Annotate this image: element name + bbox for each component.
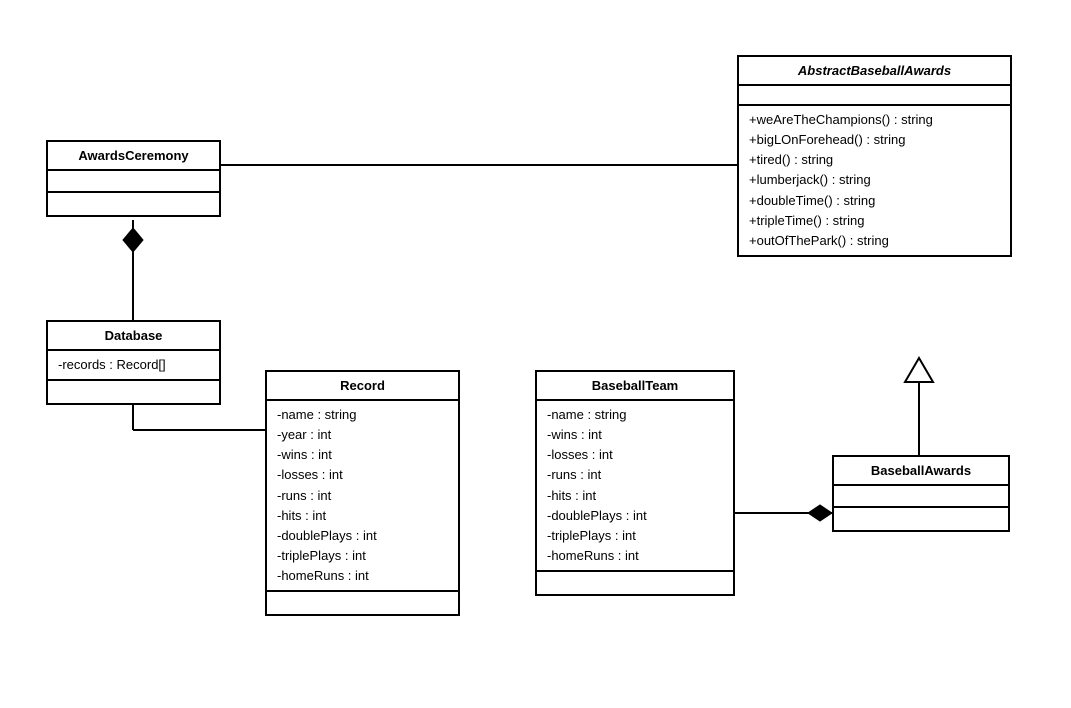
- record-home-runs: -homeRuns : int: [277, 566, 448, 586]
- database-title: Database: [48, 322, 219, 351]
- team-double-plays: -doublePlays : int: [547, 506, 723, 526]
- record-name: -name : string: [277, 405, 448, 425]
- record-year: -year : int: [277, 425, 448, 445]
- team-wins: -wins : int: [547, 425, 723, 445]
- abstract-baseball-awards-methods: +weAreTheChampions() : string +bigLOnFor…: [739, 106, 1010, 255]
- team-home-runs: -homeRuns : int: [547, 546, 723, 566]
- record-double-plays: -doublePlays : int: [277, 526, 448, 546]
- team-runs: -runs : int: [547, 465, 723, 485]
- record-hits: -hits : int: [277, 506, 448, 526]
- method-out-of-the-park: +outOfThePark() : string: [749, 231, 1000, 251]
- method-big-l-on-forehead: +bigLOnForehead() : string: [749, 130, 1000, 150]
- method-lumberjack: +lumberjack() : string: [749, 170, 1000, 190]
- baseball-team-class: BaseballTeam -name : string -wins : int …: [535, 370, 735, 596]
- baseball-awards-section2: [834, 508, 1008, 530]
- record-title: Record: [267, 372, 458, 401]
- database-class: Database -records : Record[]: [46, 320, 221, 405]
- database-records: -records : Record[]: [58, 355, 209, 375]
- method-double-time: +doubleTime() : string: [749, 191, 1000, 211]
- method-tired: +tired() : string: [749, 150, 1000, 170]
- baseball-team-title: BaseballTeam: [537, 372, 733, 401]
- awards-ceremony-class: AwardsCeremony: [46, 140, 221, 217]
- record-triple-plays: -triplePlays : int: [277, 546, 448, 566]
- method-we-are-the-champions: +weAreTheChampions() : string: [749, 110, 1000, 130]
- baseball-awards-title: BaseballAwards: [834, 457, 1008, 486]
- baseball-team-section2: [537, 572, 733, 594]
- baseball-awards-class: BaseballAwards: [832, 455, 1010, 532]
- baseball-team-attrs: -name : string -wins : int -losses : int…: [537, 401, 733, 572]
- method-triple-time: +tripleTime() : string: [749, 211, 1000, 231]
- database-attrs: -records : Record[]: [48, 351, 219, 381]
- team-losses: -losses : int: [547, 445, 723, 465]
- awards-ceremony-section2: [48, 193, 219, 215]
- record-wins: -wins : int: [277, 445, 448, 465]
- database-section2: [48, 381, 219, 403]
- team-name: -name : string: [547, 405, 723, 425]
- awards-ceremony-title: AwardsCeremony: [48, 142, 219, 171]
- record-class: Record -name : string -year : int -wins …: [265, 370, 460, 616]
- abstract-baseball-awards-title: AbstractBaseballAwards: [739, 57, 1010, 86]
- record-section2: [267, 592, 458, 614]
- record-runs: -runs : int: [277, 486, 448, 506]
- baseball-awards-section1: [834, 486, 1008, 508]
- record-attrs: -name : string -year : int -wins : int -…: [267, 401, 458, 592]
- record-losses: -losses : int: [277, 465, 448, 485]
- abstract-baseball-awards-section1: [739, 86, 1010, 106]
- team-hits: -hits : int: [547, 486, 723, 506]
- abstract-baseball-awards-class: AbstractBaseballAwards +weAreTheChampion…: [737, 55, 1012, 257]
- awards-ceremony-section1: [48, 171, 219, 193]
- team-triple-plays: -triplePlays : int: [547, 526, 723, 546]
